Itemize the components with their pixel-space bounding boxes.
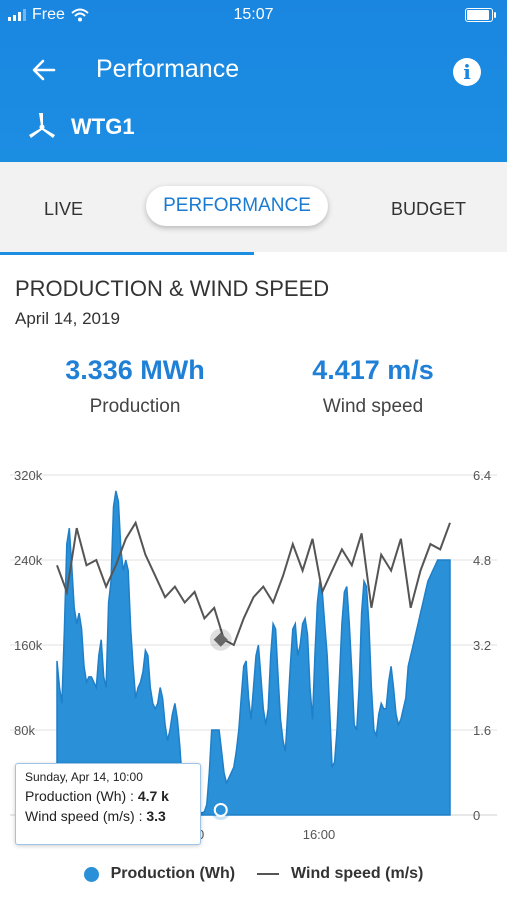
y-right-tick-label: 3.2 (473, 638, 491, 653)
chart-tooltip: Sunday, Apr 14, 10:00 Production (Wh) : … (15, 763, 201, 845)
device-name: WTG1 (71, 114, 135, 139)
wind-speed-label: Wind speed (322, 396, 424, 417)
x-tick-label: 16:00 (303, 827, 336, 840)
section-title: PRODUCTION & WIND SPEED (15, 276, 330, 301)
production-hover-marker (213, 803, 228, 818)
legend-wind-label: Wind speed (m/s) (291, 865, 424, 882)
y-left-tick-label: 160k (14, 638, 43, 653)
y-right-tick-label: 1.6 (473, 723, 491, 738)
y-right-tick-label: 4.8 (473, 553, 491, 568)
y-left-tick-label: 320k (14, 468, 43, 483)
legend-production-label: Production (Wh) (110, 865, 236, 882)
tab-live[interactable]: LIVE (44, 199, 83, 220)
tooltip-production-label: Production (Wh) : (25, 788, 134, 804)
status-time: 15:07 (233, 6, 274, 23)
tooltip-wind-value: 3.3 (146, 808, 166, 824)
y-left-tick-label: 240k (14, 553, 43, 568)
chart-legend: Production (Wh) Wind speed (m/s) (0, 865, 507, 883)
section-date: April 14, 2019 (15, 309, 120, 328)
tooltip-date: Sunday, Apr 14, 10:00 (25, 770, 143, 784)
legend-wind-marker (257, 873, 280, 875)
y-right-tick-label: 0 (473, 808, 480, 823)
wind-turbine-icon (29, 113, 55, 138)
active-tab-indicator (0, 252, 254, 255)
app-header: Free 15:07 Performance i WTG1 (0, 0, 507, 162)
y-right-tick-label: 6.4 (473, 468, 491, 483)
tab-budget[interactable]: BUDGET (391, 199, 466, 220)
status-bar: Free 15:07 (0, 0, 507, 32)
info-icon[interactable]: i (453, 58, 481, 86)
y-left-tick-label: 80k (14, 723, 35, 738)
tab-performance[interactable]: PERFORMANCE (146, 186, 328, 226)
tab-bar: LIVE PERFORMANCE BUDGET (0, 162, 507, 252)
legend-wind[interactable]: Wind speed (m/s) (257, 865, 423, 883)
tooltip-wind-row: Wind speed (m/s) : 3.3 (25, 808, 200, 824)
page-title: Performance (96, 55, 240, 83)
wind-speed-value: 4.417 m/s (312, 355, 434, 385)
tooltip-production-row: Production (Wh) : 4.7 k (25, 788, 200, 804)
production-label: Production (89, 396, 181, 417)
battery-icon (465, 8, 496, 22)
tooltip-production-value: 4.7 k (137, 788, 169, 804)
legend-production[interactable]: Production (Wh) (83, 865, 236, 883)
tooltip-wind-label: Wind speed (m/s) : (25, 808, 143, 824)
legend-production-marker (83, 866, 99, 882)
production-value: 3.336 MWh (65, 355, 205, 385)
back-arrow-icon[interactable] (30, 56, 58, 84)
